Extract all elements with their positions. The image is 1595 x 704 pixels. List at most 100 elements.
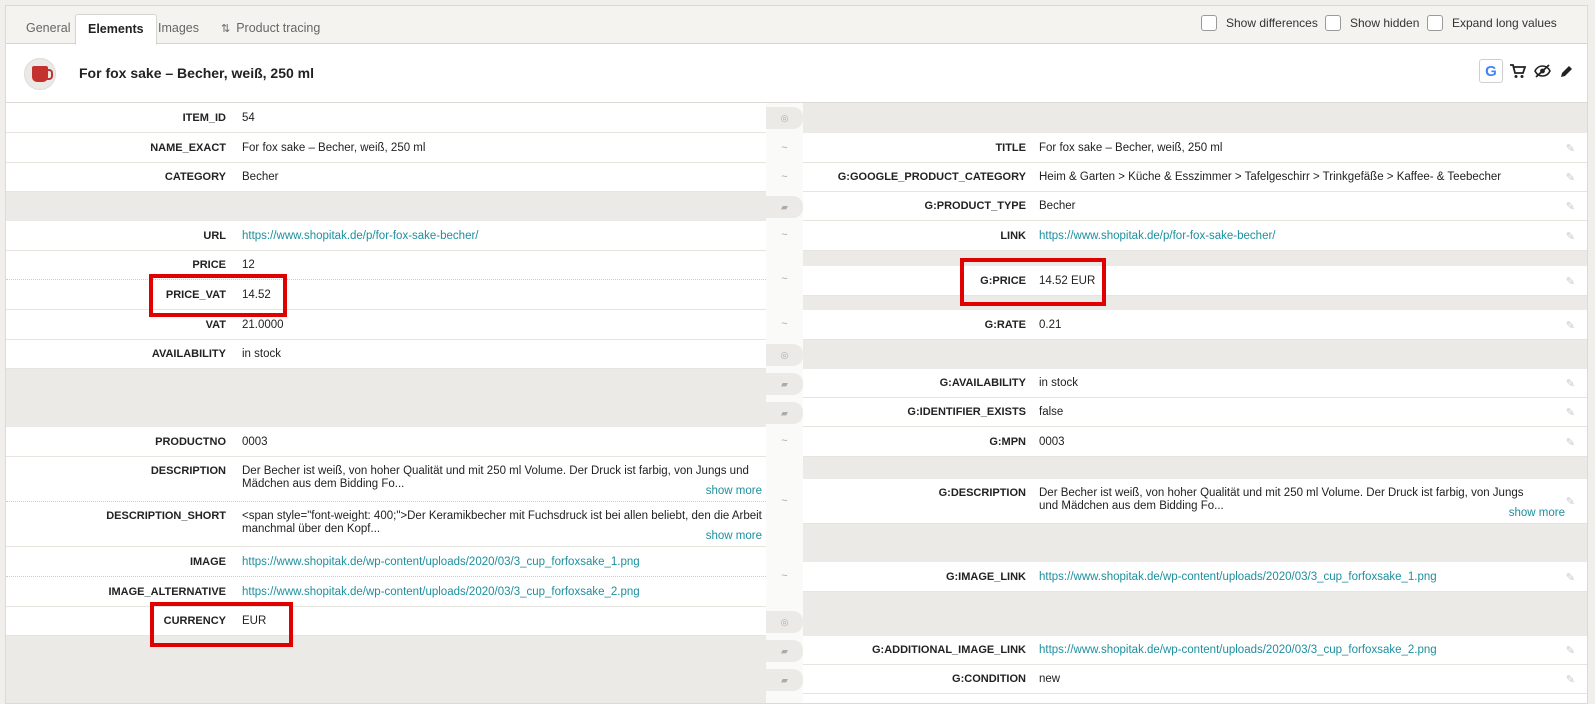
edit-pencil-icon[interactable]: ✎ [1566, 230, 1575, 243]
url-link[interactable]: https://www.shopitak.de/p/for-fox-sake-b… [242, 221, 479, 250]
table-row: G:MPN 0003 ✎ [803, 427, 1587, 457]
product-thumbnail [24, 58, 56, 90]
field-key: G:CONDITION [952, 673, 1026, 685]
field-key: DESCRIPTION [150, 465, 226, 477]
edit-pencil-icon[interactable]: ✎ [1566, 275, 1575, 288]
header-actions: G [1479, 59, 1575, 83]
table-row: G:RATE 0.21 ✎ [803, 310, 1587, 340]
edit-pencil-icon[interactable]: ✎ [1566, 406, 1575, 419]
product-title: For fox sake – Becher, weiß, 250 ml [79, 65, 314, 81]
tab-bar: General Elements Images ⇅ Product tracing… [6, 6, 1587, 45]
field-key: G:IDENTIFIER_EXISTS [907, 406, 1026, 418]
table-row: URL https://www.shopitak.de/p/for-fox-sa… [6, 221, 766, 251]
expand-long-values-toggle[interactable]: Expand long values [1427, 15, 1557, 31]
hidden-eye-icon[interactable] [1533, 62, 1551, 80]
tab-general[interactable]: General [14, 14, 82, 45]
field-value: in stock [242, 348, 281, 360]
cup-icon [32, 66, 53, 82]
mapping-tilde: ~ [781, 495, 788, 507]
table-row: CATEGORY Becher [6, 163, 766, 192]
table-row: NAME_EXACT For fox sake – Becher, weiß, … [6, 133, 766, 163]
edit-pencil-icon[interactable]: ✎ [1566, 436, 1575, 449]
table-row: G:AVAILABILITY in stock ✎ [803, 369, 1587, 398]
field-value: Der Becher ist weiß, von hoher Qualität … [242, 465, 749, 490]
field-value: Becher [242, 171, 279, 183]
unmapped-marker: ◎ [766, 344, 803, 366]
cart-icon[interactable] [1509, 62, 1527, 80]
table-row: ITEM_ID 54 [6, 103, 766, 133]
unmapped-marker: ◎ [766, 107, 803, 129]
mapping-tilde: ~ [781, 273, 788, 285]
image-link-url[interactable]: https://www.shopitak.de/wp-content/uploa… [1039, 562, 1437, 591]
field-key: G:RATE [984, 318, 1026, 331]
field-value: Der Becher ist weiß, von hoher Qualität … [1039, 487, 1524, 512]
field-key: CATEGORY [164, 171, 226, 183]
table-row: G:CONDITION new ✎ [803, 665, 1587, 694]
edit-pencil-icon[interactable]: ✎ [1566, 319, 1575, 332]
tab-elements[interactable]: Elements [75, 14, 157, 45]
mapping-tilde: ~ [781, 171, 788, 183]
edit-pencil-icon[interactable]: ✎ [1566, 171, 1575, 184]
field-key: URL [203, 229, 226, 242]
field-key: NAME_EXACT [150, 141, 226, 154]
image-alternative-link[interactable]: https://www.shopitak.de/wp-content/uploa… [242, 577, 640, 606]
field-key: AVAILABILITY [151, 348, 226, 360]
table-row: PRICE_VAT 14.52 [6, 280, 766, 310]
table-row: G:ADDITIONAL_IMAGE_LINK https://www.shop… [803, 636, 1587, 665]
edit-pencil-icon[interactable]: ✎ [1566, 377, 1575, 390]
field-key: IMAGE [189, 555, 226, 568]
tab-images[interactable]: Images [146, 14, 211, 45]
product-detail-panel: General Elements Images ⇅ Product tracing… [5, 5, 1588, 704]
edit-pencil-icon[interactable]: ✎ [1566, 644, 1575, 657]
empty-row [803, 103, 1587, 133]
show-differences-toggle[interactable]: Show differences [1201, 15, 1318, 31]
static-marker: ▰ [766, 669, 803, 691]
pencil-icon[interactable] [1557, 62, 1575, 80]
table-row: PRODUCTNO 0003 [6, 427, 766, 457]
field-key: TITLE [995, 141, 1026, 154]
google-icon[interactable]: G [1479, 59, 1503, 83]
show-hidden-label: Show hidden [1350, 16, 1420, 30]
edit-pencil-icon[interactable]: ✎ [1566, 673, 1575, 686]
table-row: G:DESCRIPTION Der Becher ist weiß, von h… [803, 479, 1587, 524]
field-value: 0003 [1039, 435, 1065, 448]
static-marker: ▰ [766, 402, 803, 424]
table-row: DESCRIPTION_SHORT <span style="font-weig… [6, 502, 766, 547]
field-value: <span style="font-weight: 400;">Der Kera… [242, 510, 762, 535]
image-link[interactable]: https://www.shopitak.de/wp-content/uploa… [242, 547, 640, 576]
empty-row [6, 636, 766, 703]
unmapped-marker: ◎ [766, 611, 803, 633]
show-hidden-checkbox[interactable] [1325, 15, 1341, 31]
elements-comparison-table: ITEM_ID 54 NAME_EXACT For fox sake – Bec… [6, 103, 1587, 703]
edit-pencil-icon[interactable]: ✎ [1566, 495, 1575, 508]
tracing-icon: ⇅ [221, 23, 231, 35]
table-row: G:GOOGLE_PRODUCT_CATEGORY Heim & Garten … [803, 163, 1587, 192]
field-key: G:IMAGE_LINK [945, 570, 1026, 583]
field-key: G:PRODUCT_TYPE [924, 200, 1026, 212]
show-more-link[interactable]: show more [1509, 507, 1565, 519]
field-key: G:DESCRIPTION [938, 487, 1026, 499]
field-key: G:MPN [989, 435, 1026, 448]
show-more-link[interactable]: show more [706, 530, 762, 542]
tab-product-tracing-label: Product tracing [236, 21, 321, 35]
field-value: For fox sake – Becher, weiß, 250 ml [1039, 141, 1223, 154]
link-url[interactable]: https://www.shopitak.de/p/for-fox-sake-b… [1039, 221, 1276, 250]
field-key: G:ADDITIONAL_IMAGE_LINK [872, 644, 1026, 656]
empty-row [803, 592, 1587, 636]
additional-image-link-url[interactable]: https://www.shopitak.de/wp-content/uploa… [1039, 636, 1437, 664]
field-value: Heim & Garten > Küche & Esszimmer > Tafe… [1039, 171, 1502, 183]
empty-row [6, 192, 766, 221]
field-key: DESCRIPTION_SHORT [106, 510, 226, 522]
expand-long-values-checkbox[interactable] [1427, 15, 1443, 31]
show-differences-checkbox[interactable] [1201, 15, 1217, 31]
edit-pencil-icon[interactable]: ✎ [1566, 142, 1575, 155]
mapping-tilde: ~ [781, 318, 788, 330]
field-key: G:GOOGLE_PRODUCT_CATEGORY [837, 171, 1026, 183]
table-row: G:IMAGE_LINK https://www.shopitak.de/wp-… [803, 562, 1587, 592]
tab-product-tracing[interactable]: ⇅ Product tracing [209, 14, 332, 45]
highlight-box-currency [150, 602, 293, 647]
show-more-link[interactable]: show more [706, 485, 762, 497]
edit-pencil-icon[interactable]: ✎ [1566, 571, 1575, 584]
show-hidden-toggle[interactable]: Show hidden [1325, 15, 1419, 31]
edit-pencil-icon[interactable]: ✎ [1566, 200, 1575, 213]
